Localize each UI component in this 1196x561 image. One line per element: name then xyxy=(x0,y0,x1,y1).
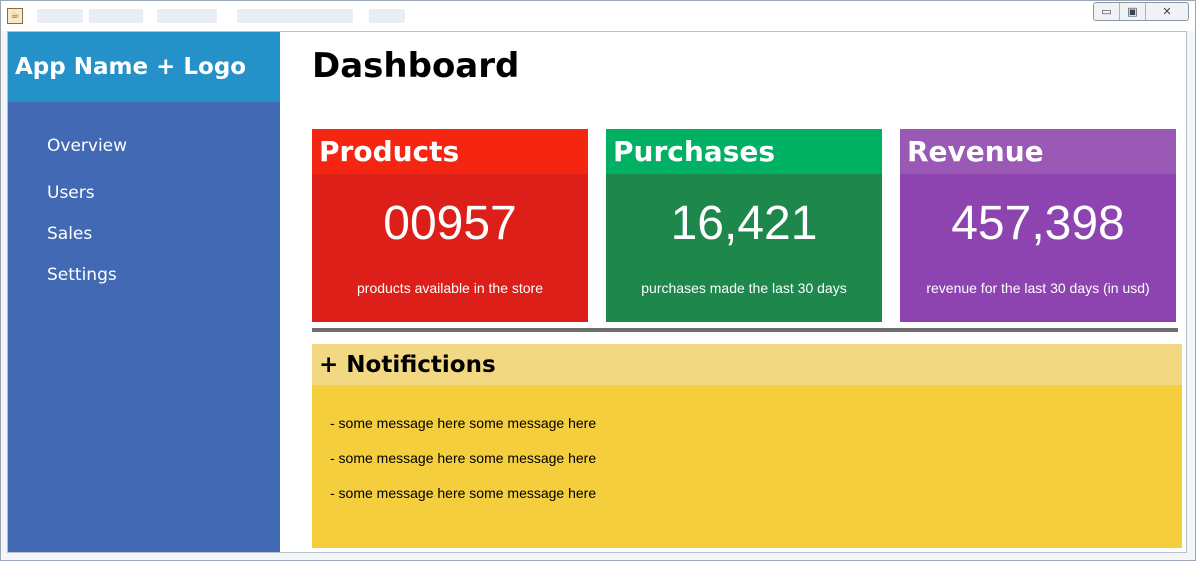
sidebar-item-overview[interactable]: Overview xyxy=(8,136,280,183)
ghost-tab xyxy=(89,9,143,23)
sidebar: App Name + Logo Overview Users Sales Set… xyxy=(8,32,280,552)
notifications-panel: + Notifictions - some message here some … xyxy=(312,344,1182,548)
notifications-header[interactable]: + Notifictions xyxy=(312,344,1182,385)
app-window: ☕ ▭ ▣ ✕ App Name + Logo Overview Users S… xyxy=(0,0,1196,561)
notifications-list: - some message here some message here - … xyxy=(312,385,1182,520)
sidebar-item-settings[interactable]: Settings xyxy=(8,265,280,306)
app-name-logo: App Name + Logo xyxy=(15,54,247,80)
products-caption: products available in the store xyxy=(357,280,543,296)
products-card: Products 00957 products available in the… xyxy=(312,129,588,322)
client-area: App Name + Logo Overview Users Sales Set… xyxy=(7,31,1187,553)
main-content: Dashboard Products 00957 products availa… xyxy=(280,32,1186,552)
purchases-caption: purchases made the last 30 days xyxy=(641,280,847,296)
revenue-card-title: Revenue xyxy=(900,129,1176,174)
ghost-toolbar xyxy=(237,9,353,23)
purchases-count: 16,421 xyxy=(670,197,818,250)
page-title: Dashboard xyxy=(312,46,520,86)
expand-plus-icon[interactable]: + xyxy=(319,352,338,378)
revenue-amount: 457,398 xyxy=(951,197,1125,250)
sidebar-nav: Overview Users Sales Settings xyxy=(8,102,280,306)
notification-item: - some message here some message here xyxy=(330,450,597,466)
maximize-icon[interactable]: ▣ xyxy=(1120,3,1146,20)
section-divider xyxy=(312,328,1178,332)
java-app-icon: ☕ xyxy=(7,8,23,24)
purchases-card: Purchases 16,421 purchases made the last… xyxy=(606,129,882,322)
revenue-card: Revenue 457,398 revenue for the last 30 … xyxy=(900,129,1176,322)
revenue-caption: revenue for the last 30 days (in usd) xyxy=(926,280,1150,296)
sidebar-item-sales[interactable]: Sales xyxy=(8,224,280,265)
window-controls: ▭ ▣ ✕ xyxy=(1093,2,1189,21)
sidebar-item-users[interactable]: Users xyxy=(8,183,280,224)
minimize-icon[interactable]: ▭ xyxy=(1094,3,1120,20)
products-card-title: Products xyxy=(312,129,588,174)
close-icon[interactable]: ✕ xyxy=(1146,3,1188,20)
purchases-card-title: Purchases xyxy=(606,129,882,174)
products-count: 00957 xyxy=(383,197,517,250)
notification-item: - some message here some message here xyxy=(330,485,597,501)
ghost-toolbar xyxy=(157,9,217,23)
brand-header: App Name + Logo xyxy=(8,32,280,102)
ghost-tab xyxy=(37,9,83,23)
ghost-toolbar xyxy=(369,9,405,23)
notifications-title: Notifictions xyxy=(346,351,496,378)
notification-item: - some message here some message here xyxy=(330,415,597,431)
title-bar[interactable]: ☕ ▭ ▣ ✕ xyxy=(1,1,1195,31)
